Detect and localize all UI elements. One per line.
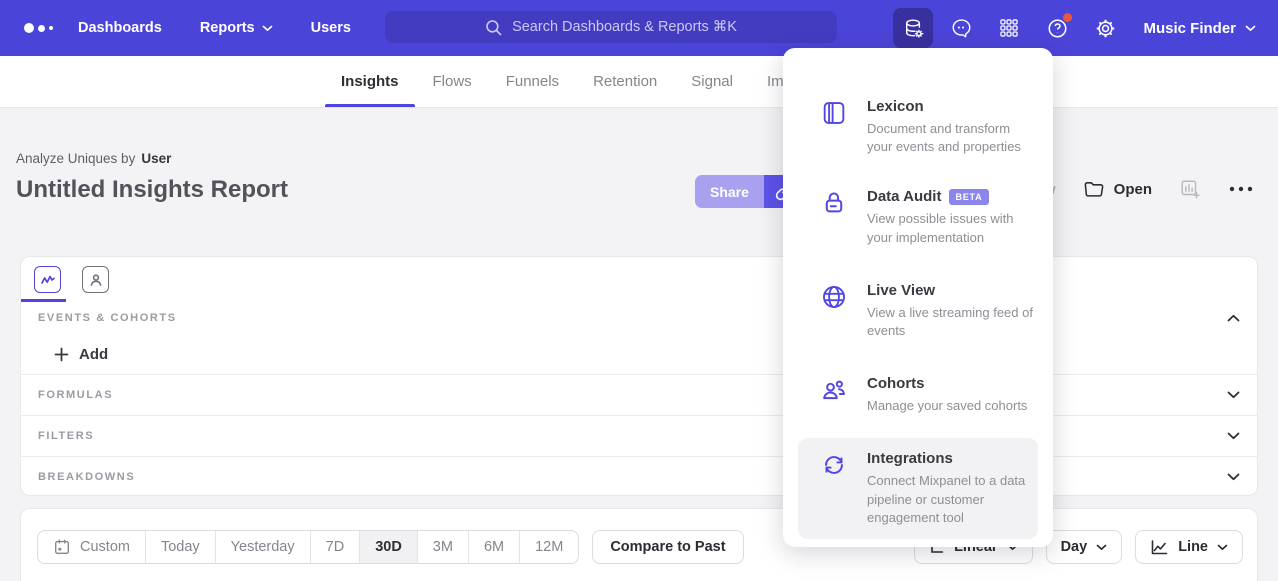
range-7d[interactable]: 7D — [311, 531, 361, 563]
tab-funnels[interactable]: Funnels — [506, 56, 559, 107]
builder-active-tab-underline — [21, 299, 66, 302]
breakdowns-section[interactable]: BREAKDOWNS — [21, 456, 1257, 496]
line-chart-icon — [40, 272, 56, 288]
range-12m[interactable]: 12M — [520, 531, 578, 563]
chevron-down-icon — [1217, 544, 1228, 551]
events-cohorts-label: EVENTS & COHORTS — [38, 312, 177, 324]
tab-signal[interactable]: Signal — [691, 56, 733, 107]
range-today[interactable]: Today — [146, 531, 216, 563]
folder-icon — [1083, 179, 1105, 199]
primary-nav: Dashboards Reports Users — [78, 0, 351, 56]
filters-label: FILTERS — [38, 430, 94, 442]
analyze-prefix: Analyze Uniques by — [16, 151, 135, 166]
chevron-down-icon — [1096, 544, 1107, 551]
add-event-button[interactable]: Add — [54, 346, 108, 363]
range-3m[interactable]: 3M — [418, 531, 469, 563]
chevron-down-icon — [1227, 391, 1240, 399]
more-options-icon[interactable] — [1228, 184, 1254, 194]
report-tabbar: Insights Flows Funnels Retention Signal … — [0, 56, 1278, 108]
integrations-sync-icon — [820, 451, 848, 479]
header-actions: New Open — [1025, 178, 1254, 200]
plus-icon — [54, 347, 69, 362]
open-report-button[interactable]: Open — [1083, 179, 1152, 199]
formulas-section[interactable]: FORMULAS — [21, 374, 1257, 415]
menu-item-lexicon[interactable]: Lexicon Document and transform your even… — [783, 86, 1053, 168]
chevron-down-icon — [262, 25, 273, 32]
analyze-entity-selector[interactable]: User — [141, 151, 171, 166]
mixpanel-logo[interactable] — [24, 23, 53, 33]
data-management-dropdown: Lexicon Document and transform your even… — [783, 48, 1053, 547]
page-title[interactable]: Untitled Insights Report — [16, 176, 288, 204]
apps-grid-icon[interactable] — [989, 8, 1029, 48]
filters-section[interactable]: FILTERS — [21, 415, 1257, 456]
search-placeholder: Search Dashboards & Reports ⌘K — [512, 19, 737, 35]
tab-flows[interactable]: Flows — [433, 56, 472, 107]
menu-item-data-audit[interactable]: Data Audit BETA View possible issues wit… — [783, 176, 1053, 258]
app-root: Dashboards Reports Users Search Dashboar… — [0, 0, 1278, 581]
compare-to-past-button[interactable]: Compare to Past — [592, 530, 743, 564]
chevron-down-icon — [1245, 25, 1256, 32]
events-cohorts-header[interactable]: EVENTS & COHORTS — [21, 302, 1257, 334]
line-chart-icon — [1150, 539, 1169, 556]
menu-item-cohorts[interactable]: Cohorts Manage your saved cohorts — [783, 363, 1053, 427]
chart-toolbar: Custom Today Yesterday 7D 30D 3M 6M 12M … — [21, 509, 1257, 564]
project-switcher[interactable]: Music Finder — [1143, 20, 1256, 37]
notification-dot — [1063, 13, 1072, 22]
interval-select[interactable]: Day — [1046, 530, 1123, 564]
report-header: Analyze Uniques by User Untitled Insights… — [0, 108, 1278, 256]
date-range-group: Custom Today Yesterday 7D 30D 3M 6M 12M — [37, 530, 579, 564]
events-add-row: Add — [21, 334, 1257, 374]
project-name: Music Finder — [1143, 20, 1236, 37]
cohorts-people-icon — [820, 376, 848, 404]
share-button[interactable]: Share — [695, 175, 764, 208]
chart-toolbar-panel: Custom Today Yesterday 7D 30D 3M 6M 12M … — [20, 508, 1258, 581]
add-to-dashboard-icon[interactable] — [1179, 178, 1201, 200]
query-builder-panel: EVENTS & COHORTS Add FORMULAS FILTERS BR… — [20, 256, 1258, 496]
range-30d[interactable]: 30D — [360, 531, 418, 563]
breadcrumb: Analyze Uniques by User — [16, 151, 171, 166]
builder-tabs — [21, 257, 1257, 302]
settings-icon[interactable] — [1085, 8, 1125, 48]
menu-item-integrations[interactable]: Integrations Connect Mixpanel to a data … — [798, 438, 1038, 539]
nav-reports[interactable]: Reports — [200, 20, 273, 36]
chart-type-select[interactable]: Line — [1135, 530, 1243, 564]
person-icon — [88, 272, 104, 288]
top-navbar: Dashboards Reports Users Search Dashboar… — [0, 0, 1278, 56]
nav-dashboards[interactable]: Dashboards — [78, 20, 162, 36]
calendar-icon — [53, 538, 71, 556]
navbar-right-group: Music Finder — [893, 8, 1256, 48]
lexicon-book-icon — [820, 99, 848, 127]
tab-retention[interactable]: Retention — [593, 56, 657, 107]
menu-item-live-view[interactable]: Live View View a live streaming feed of … — [783, 270, 1053, 352]
beta-badge: BETA — [949, 189, 988, 205]
chevron-down-icon — [1227, 473, 1240, 481]
range-6m[interactable]: 6M — [469, 531, 520, 563]
chevron-down-icon — [1227, 432, 1240, 440]
live-view-globe-icon — [820, 283, 848, 311]
tab-insights[interactable]: Insights — [341, 56, 399, 107]
feedback-icon[interactable] — [941, 8, 981, 48]
data-audit-lock-icon — [820, 189, 848, 217]
range-custom[interactable]: Custom — [38, 531, 146, 563]
users-view-tab[interactable] — [82, 266, 109, 293]
data-management-icon[interactable] — [893, 8, 933, 48]
search-input[interactable]: Search Dashboards & Reports ⌘K — [385, 11, 837, 43]
metrics-view-tab[interactable] — [34, 266, 61, 293]
range-yesterday[interactable]: Yesterday — [216, 531, 311, 563]
help-icon[interactable] — [1037, 8, 1077, 48]
nav-users[interactable]: Users — [311, 20, 351, 36]
chevron-up-icon[interactable] — [1227, 314, 1240, 322]
search-icon — [485, 19, 502, 36]
breakdowns-label: BREAKDOWNS — [38, 471, 135, 483]
formulas-label: FORMULAS — [38, 389, 113, 401]
